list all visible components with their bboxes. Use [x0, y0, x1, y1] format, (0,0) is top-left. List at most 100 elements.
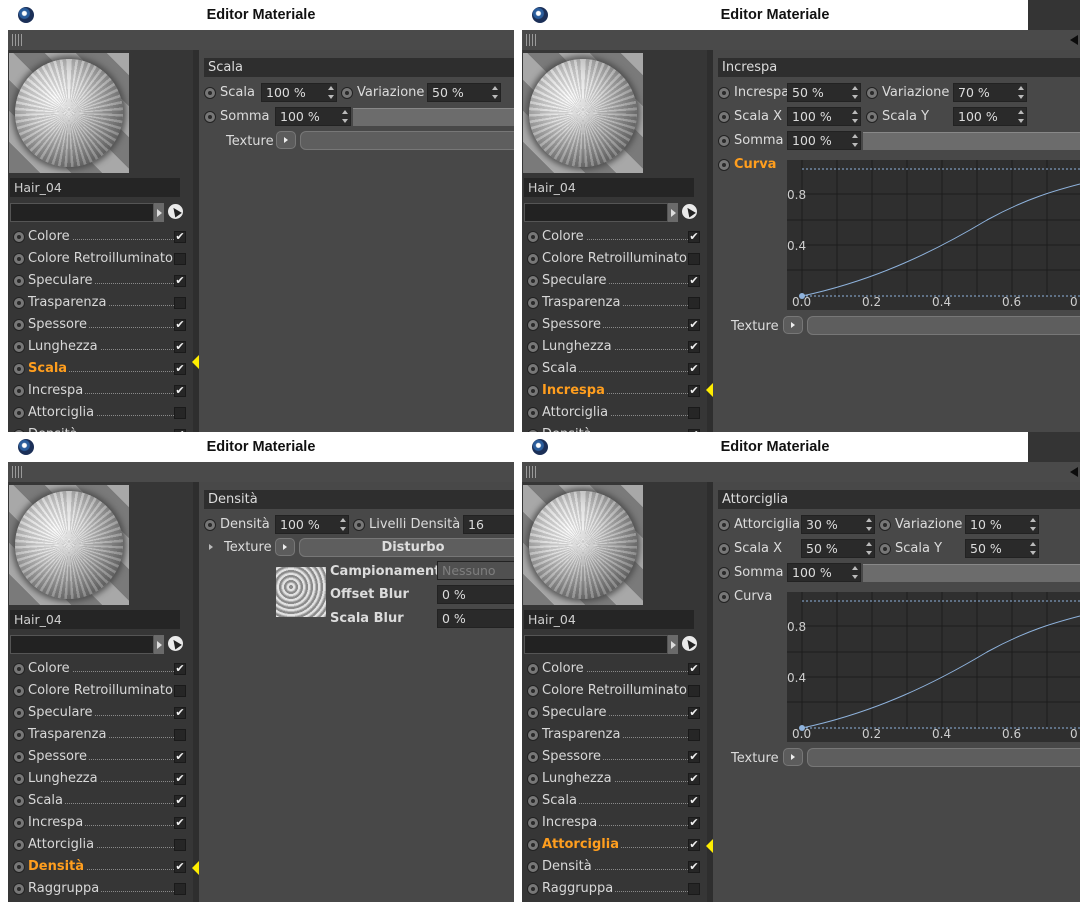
channel-speculare[interactable]: Speculare ✔ — [524, 702, 702, 724]
channel-checkbox[interactable]: ✔ — [174, 319, 186, 331]
channel-checkbox[interactable]: ✔ — [174, 341, 186, 353]
scala-y-field[interactable]: 100 % — [953, 107, 1027, 126]
channel-radio[interactable] — [527, 883, 539, 895]
menu-arrow-icon[interactable] — [1070, 467, 1078, 477]
channel-radio[interactable] — [13, 729, 25, 741]
channel-checkbox[interactable] — [688, 685, 700, 697]
param-attorciglia[interactable]: Attorciglia — [718, 515, 803, 535]
channel-radio[interactable] — [13, 839, 25, 851]
spinner-icon[interactable] — [492, 86, 498, 99]
channel-checkbox[interactable]: ✔ — [688, 861, 700, 873]
channel-radio[interactable] — [527, 751, 539, 763]
spinner-icon[interactable] — [852, 134, 858, 147]
channel-lunghezza[interactable]: Lunghezza ✔ — [10, 336, 188, 358]
channel-scala[interactable]: Scala ✔ — [524, 358, 702, 380]
channel-checkbox[interactable] — [174, 883, 186, 895]
attorciglia-field[interactable]: 30 % — [801, 515, 875, 534]
increspa-field[interactable]: 50 % — [787, 83, 861, 102]
channel-colore[interactable]: Colore ✔ — [10, 226, 188, 248]
menu-arrow-icon[interactable] — [1070, 35, 1078, 45]
texture-expand-icon[interactable] — [209, 544, 213, 550]
channel-increspa[interactable]: Increspa ✔ — [524, 380, 702, 402]
spinner-icon[interactable] — [852, 86, 858, 99]
param-increspa[interactable]: Increspa — [718, 83, 790, 103]
material-preview[interactable] — [523, 53, 643, 173]
channel-radio[interactable] — [13, 663, 25, 675]
channel-radio[interactable] — [527, 231, 539, 243]
channel-spessore[interactable]: Spessore ✔ — [524, 746, 702, 768]
param-somma[interactable]: Somma — [204, 107, 274, 127]
search-menu-button[interactable] — [668, 203, 678, 222]
grip-icon[interactable] — [12, 34, 24, 46]
channel-trasparenza[interactable]: Trasparenza — [524, 292, 702, 314]
channel-checkbox[interactable] — [174, 685, 186, 697]
search-menu-button[interactable] — [668, 635, 678, 654]
channel-raggruppa[interactable]: Raggruppa — [10, 878, 188, 900]
channel-increspa[interactable]: Increspa ✔ — [10, 812, 188, 834]
channel-radio[interactable] — [13, 795, 25, 807]
channel-checkbox[interactable] — [688, 883, 700, 895]
param-radio[interactable] — [718, 567, 730, 579]
channel-increspa[interactable]: Increspa ✔ — [10, 380, 188, 402]
grip-icon[interactable] — [526, 466, 538, 478]
channel-radio[interactable] — [527, 861, 539, 873]
channel-checkbox[interactable]: ✔ — [688, 795, 700, 807]
channel-checkbox[interactable]: ✔ — [174, 385, 186, 397]
channel-checkbox[interactable]: ✔ — [688, 751, 700, 763]
channel-checkbox[interactable] — [688, 729, 700, 741]
channel-radio[interactable] — [13, 341, 25, 353]
channel-radio[interactable] — [527, 319, 539, 331]
channel-densita[interactable]: Densità✔ — [524, 424, 702, 432]
param-radio[interactable] — [879, 543, 891, 555]
channel-colore-retroilluminato[interactable]: Colore Retroilluminato — [524, 680, 702, 702]
channel-radio[interactable] — [13, 685, 25, 697]
spinner-icon[interactable] — [852, 110, 858, 123]
texture-shader-slot[interactable]: Disturbo — [299, 538, 514, 557]
channel-speculare[interactable]: Speculare ✔ — [10, 270, 188, 292]
param-livelli-densita[interactable]: Livelli Densità — [353, 515, 463, 535]
channel-radio[interactable] — [13, 751, 25, 763]
channel-radio[interactable] — [13, 275, 25, 287]
channel-radio[interactable] — [13, 707, 25, 719]
grip-icon[interactable] — [526, 34, 538, 46]
channel-radio[interactable] — [527, 795, 539, 807]
channel-radio[interactable] — [13, 297, 25, 309]
livelli-densita-field[interactable]: 16 — [463, 515, 514, 534]
channel-checkbox[interactable]: ✔ — [174, 231, 186, 243]
channel-radio[interactable] — [527, 297, 539, 309]
channel-checkbox[interactable] — [688, 253, 700, 265]
material-name[interactable]: Hair_04 — [524, 178, 694, 197]
param-scala[interactable]: Scala — [204, 83, 264, 103]
channel-densita[interactable]: Densità✔ — [10, 856, 188, 878]
channel-radio[interactable] — [13, 363, 25, 375]
variazione-field[interactable]: 70 % — [953, 83, 1027, 102]
param-variazione[interactable]: Variazione — [341, 83, 431, 103]
spinner-icon[interactable] — [866, 518, 872, 531]
offset-blur-field[interactable]: 0 % — [437, 585, 514, 604]
channel-radio[interactable] — [13, 861, 25, 873]
channel-attorciglia[interactable]: Attorciglia — [10, 402, 188, 424]
param-radio[interactable] — [718, 135, 730, 147]
channel-search-input[interactable] — [524, 203, 668, 222]
param-radio[interactable] — [718, 591, 730, 603]
param-radio[interactable] — [204, 111, 216, 123]
channel-radio[interactable] — [527, 685, 539, 697]
somma-field[interactable]: 100 % — [787, 131, 861, 150]
channel-checkbox[interactable]: ✔ — [174, 773, 186, 785]
channel-checkbox[interactable]: ✔ — [688, 839, 700, 851]
channel-colore-retroilluminato[interactable]: Colore Retroilluminato — [10, 680, 188, 702]
channel-radio[interactable] — [527, 385, 539, 397]
channel-checkbox[interactable]: ✔ — [174, 795, 186, 807]
somma-slider[interactable] — [863, 564, 1080, 582]
scala-x-field[interactable]: 50 % — [801, 539, 875, 558]
param-curva[interactable]: Curva — [718, 155, 788, 175]
channel-radio[interactable] — [13, 883, 25, 895]
pick-cursor-icon[interactable] — [168, 636, 183, 651]
noise-texture-thumbnail[interactable] — [276, 567, 326, 617]
channel-increspa[interactable]: Increspa ✔ — [524, 812, 702, 834]
channel-lunghezza[interactable]: Lunghezza ✔ — [524, 336, 702, 358]
channel-attorciglia[interactable]: Attorciglia — [524, 402, 702, 424]
param-radio[interactable] — [204, 519, 216, 531]
channel-densita[interactable]: Densità✔ — [10, 424, 188, 432]
channel-spessore[interactable]: Spessore ✔ — [524, 314, 702, 336]
